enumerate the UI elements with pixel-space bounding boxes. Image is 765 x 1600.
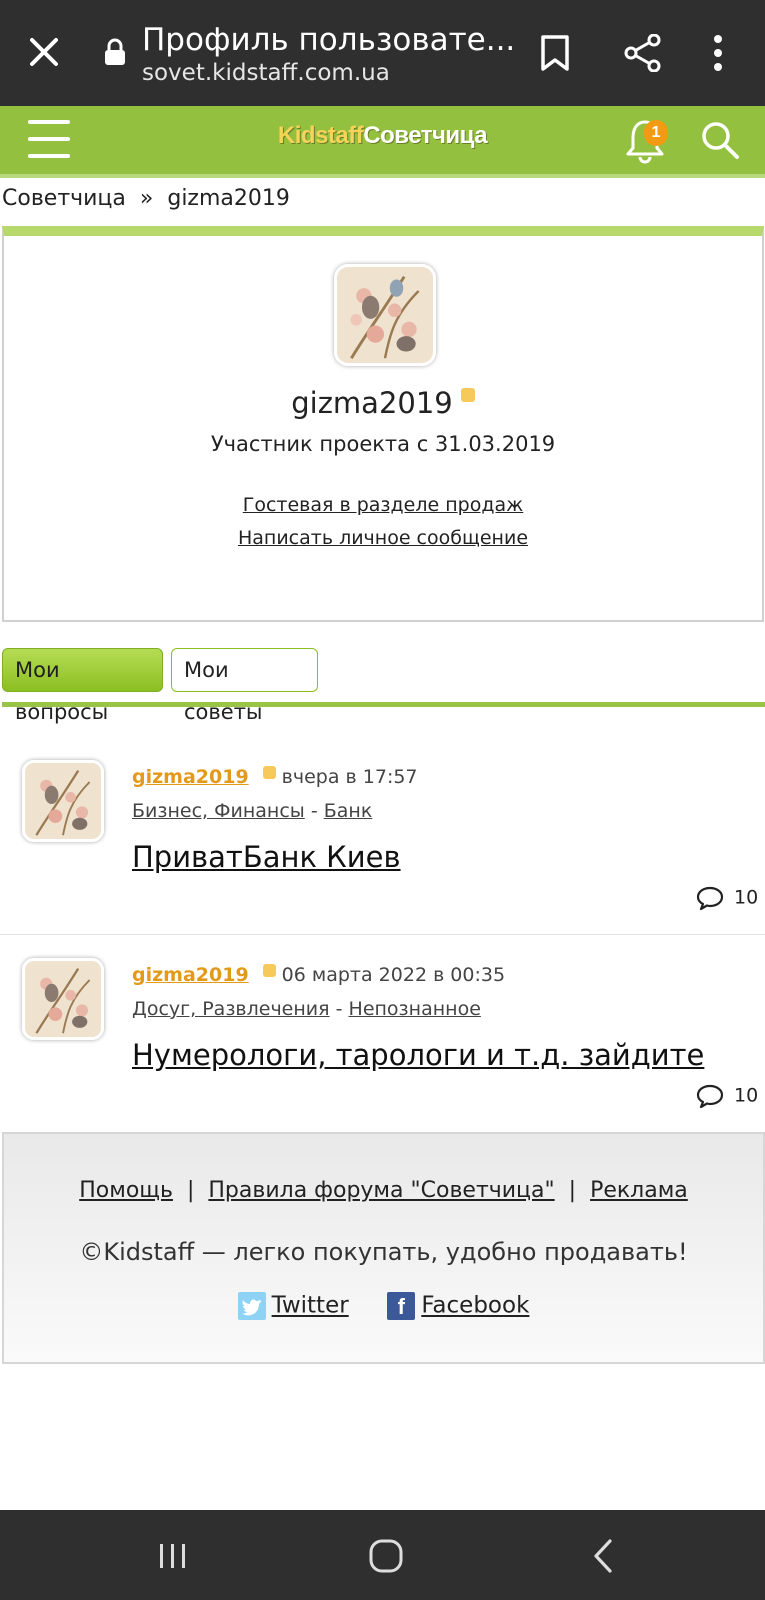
question-meta: gizma2019 вчера в 17:57 — [132, 766, 418, 788]
home-icon[interactable] — [368, 1538, 404, 1574]
footer-social: Twitter f Facebook — [4, 1292, 763, 1320]
question-comments[interactable]: 10 — [696, 886, 759, 911]
breadcrumb-home[interactable]: Советчица — [2, 186, 126, 211]
comment-icon — [696, 886, 724, 911]
comment-icon — [696, 1084, 724, 1109]
footer-links: Помощь | Правила форума "Советчица" | Реклам… — [4, 1178, 763, 1203]
question-time: 06 марта 2022 в 00:35 — [281, 964, 506, 986]
footer-rules-link[interactable]: Правила форума "Советчица" — [208, 1178, 554, 1203]
twitter-link[interactable]: Twitter — [272, 1293, 349, 1319]
tab-my-questions[interactable]: Мои вопросы — [2, 648, 163, 724]
facebook-icon[interactable]: f — [387, 1292, 416, 1320]
category-separator: - — [310, 800, 318, 822]
footer-help-link[interactable]: Помощь — [79, 1178, 173, 1203]
tabs-divider — [2, 702, 765, 707]
share-icon[interactable] — [624, 34, 662, 72]
page-url[interactable]: sovet.kidstaff.com.ua — [142, 60, 390, 86]
question-author[interactable]: gizma2019 — [132, 964, 249, 986]
question-title[interactable]: Нумерологи, тарологи и т.д. зайдите — [132, 1038, 704, 1072]
footer-copyright: ©Kidstaff — легко покупать, удобно прода… — [79, 1238, 688, 1266]
search-icon[interactable] — [700, 120, 740, 160]
avatar[interactable] — [22, 760, 104, 842]
footer-separator: | — [568, 1178, 577, 1203]
online-status-icon — [262, 964, 276, 977]
question-comments[interactable]: 10 — [696, 1084, 759, 1109]
question-subcategory[interactable]: Банк — [324, 800, 373, 822]
tab-my-advice[interactable]: Мои советы — [171, 648, 318, 724]
more-icon[interactable] — [712, 34, 724, 72]
twitter-icon[interactable] — [237, 1292, 266, 1320]
profile-username-text: gizma2019 — [291, 386, 453, 420]
guestbook-link[interactable]: Гостевая в разделе продаж — [4, 494, 762, 516]
avatar[interactable] — [334, 264, 436, 366]
close-icon[interactable] — [26, 34, 62, 70]
browser-toolbar: Профиль пользовате... sovet.kidstaff.com… — [0, 0, 765, 106]
question-category[interactable]: Бизнес, Финансы — [132, 800, 305, 822]
logo-kidstaff: Kidstaff — [277, 122, 364, 149]
breadcrumb: Советчица » gizma2019 — [2, 186, 290, 211]
category-separator: - — [335, 998, 343, 1020]
question-divider — [0, 934, 765, 935]
question-meta: gizma2019 06 марта 2022 в 00:35 — [132, 964, 505, 986]
back-icon[interactable] — [592, 1538, 614, 1574]
question-title[interactable]: ПриватБанк Киев — [132, 840, 401, 874]
member-since: Участник проекта с 31.03.2019 — [210, 432, 556, 456]
online-status-icon — [460, 388, 475, 402]
avatar[interactable] — [22, 958, 104, 1040]
logo-sovetchitsa: Советчица — [363, 122, 488, 149]
recent-apps-icon[interactable] — [158, 1542, 188, 1570]
bookmark-icon[interactable] — [540, 34, 570, 72]
footer-separator: | — [186, 1178, 195, 1203]
breadcrumb-current: gizma2019 — [167, 186, 290, 211]
question-category[interactable]: Досуг, Развлечения — [132, 998, 330, 1020]
send-message-link[interactable]: Написать личное сообщение — [4, 527, 762, 549]
question-time: вчера в 17:57 — [281, 766, 418, 788]
profile-username: gizma2019 — [4, 386, 762, 420]
site-header: KidstaffСоветчица 1 — [0, 106, 765, 178]
notification-badge: 1 — [644, 120, 668, 146]
lock-icon — [105, 38, 125, 65]
question-author[interactable]: gizma2019 — [132, 766, 249, 788]
facebook-link[interactable]: Facebook — [421, 1293, 529, 1319]
comment-count: 10 — [734, 886, 759, 909]
profile-card: gizma2019 Участник проекта с 31.03.2019 … — [2, 226, 764, 622]
footer: Помощь | Правила форума "Советчица" | Реклам… — [2, 1132, 765, 1364]
question-subcategory[interactable]: Непознанное — [349, 998, 481, 1020]
question-categories: Бизнес, Финансы - Банк — [132, 800, 372, 822]
breadcrumb-separator: » — [139, 186, 154, 211]
page-title[interactable]: Профиль пользовате... — [142, 22, 515, 58]
question-categories: Досуг, Развлечения - Непознанное — [132, 998, 481, 1020]
online-status-icon — [262, 766, 276, 779]
footer-ads-link[interactable]: Реклама — [590, 1178, 688, 1203]
system-nav-bar — [0, 1510, 765, 1600]
comment-count: 10 — [734, 1084, 759, 1107]
